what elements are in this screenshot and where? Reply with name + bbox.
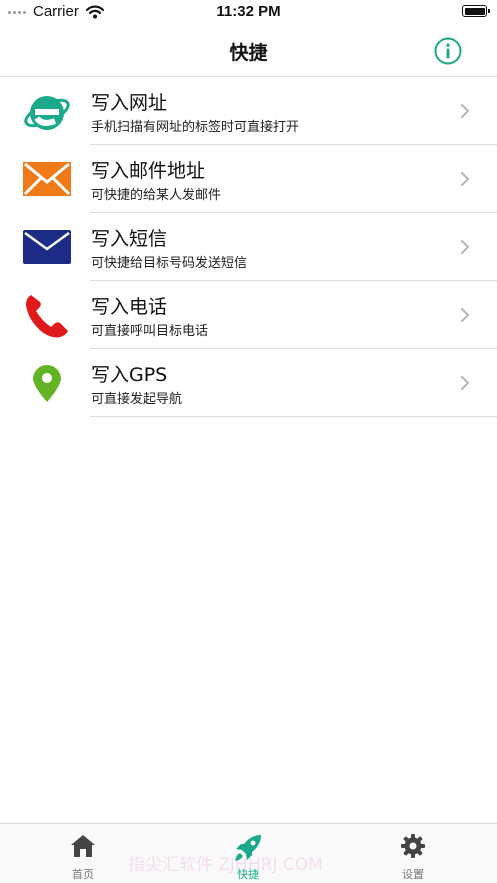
tab-bar: 首页 快捷 设置 指尖汇软件 ZJHHRJ.COM (0, 823, 497, 883)
chevron-right-icon (461, 376, 469, 390)
item-subtitle: 可快捷的给某人发邮件 (91, 188, 222, 203)
row-divider (90, 416, 497, 417)
list-item-gps[interactable]: 写入GPS 可直接发起导航 (0, 349, 497, 417)
list-item-phone[interactable]: 写入电话 可直接呼叫目标电话 (0, 281, 497, 349)
phone-icon (22, 290, 72, 340)
list-item-url[interactable]: 写入网址 手机扫描有网址的标签时可直接打开 (0, 77, 497, 145)
item-title: 写入邮件地址 (91, 160, 206, 182)
item-title: 写入GPS (91, 364, 168, 386)
item-subtitle: 手机扫描有网址的标签时可直接打开 (91, 120, 300, 135)
rocket-icon (235, 835, 261, 861)
status-time: 11:32 PM (216, 3, 281, 20)
battery-icon (462, 5, 490, 17)
info-circle-icon (434, 37, 462, 65)
item-title: 写入短信 (91, 228, 168, 250)
tab-label: 首页 (72, 868, 94, 881)
gear-icon (401, 834, 425, 858)
item-subtitle: 可直接发起导航 (91, 392, 183, 407)
item-subtitle: 可快捷给目标号码发送短信 (91, 256, 248, 271)
map-pin-icon (22, 358, 72, 408)
home-icon (71, 835, 95, 857)
chevron-right-icon (461, 104, 469, 118)
envelope-orange-icon (22, 154, 72, 204)
chevron-right-icon (461, 240, 469, 254)
status-bar: Carrier 11:32 PM (0, 0, 497, 24)
envelope-blue-icon (22, 222, 72, 272)
tab-shortcuts[interactable]: 快捷 (188, 824, 308, 882)
item-title: 写入电话 (91, 296, 168, 318)
chevron-right-icon (461, 308, 469, 322)
tab-settings[interactable]: 设置 (353, 824, 473, 882)
shortcut-list: 写入网址 手机扫描有网址的标签时可直接打开 写入邮件地址 可快捷的给某人发邮件 (0, 77, 497, 417)
item-subtitle: 可直接呼叫目标电话 (91, 324, 209, 339)
page-title: 快捷 (229, 42, 268, 64)
navigation-bar: 快捷 (0, 24, 497, 77)
tab-label: 设置 (402, 868, 424, 881)
list-item-email[interactable]: 写入邮件地址 可快捷的给某人发邮件 (0, 145, 497, 213)
tab-home[interactable]: 首页 (23, 824, 143, 882)
chevron-right-icon (461, 172, 469, 186)
info-button[interactable] (434, 37, 462, 65)
item-title: 写入网址 (91, 92, 168, 114)
tab-label: 快捷 (237, 868, 259, 881)
browser-e-icon (22, 86, 72, 136)
list-item-sms[interactable]: 写入短信 可快捷给目标号码发送短信 (0, 213, 497, 281)
